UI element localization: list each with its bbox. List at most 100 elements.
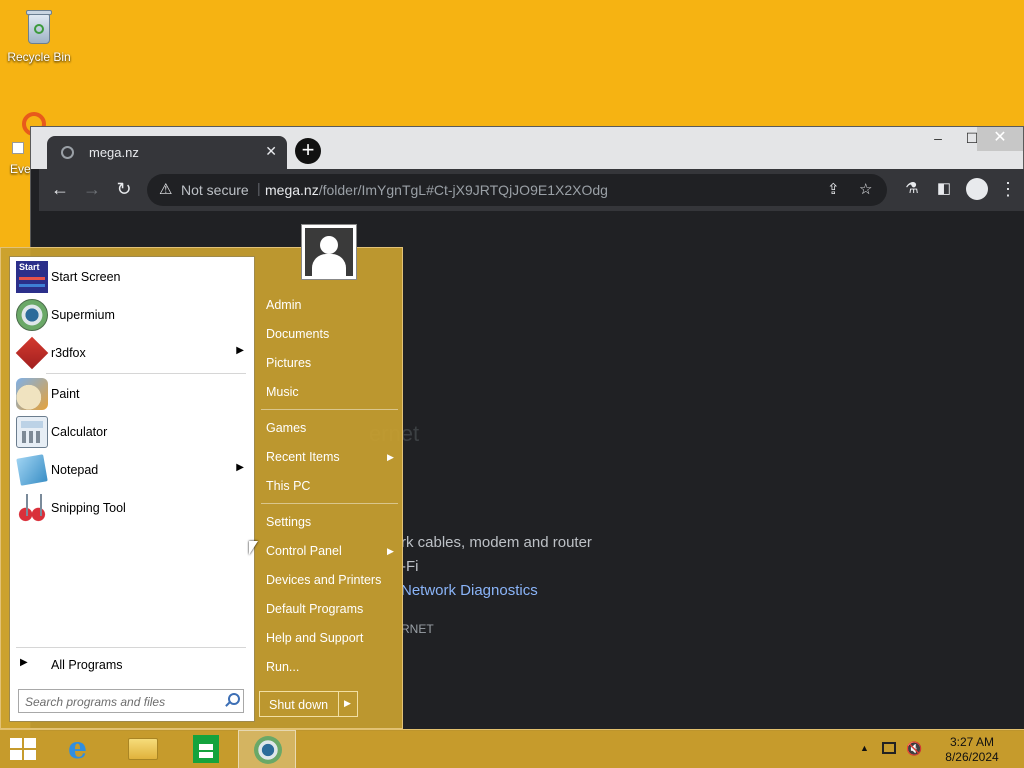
submenu-arrow-icon: ▶ [236, 345, 244, 356]
submenu-arrow-icon: ▶ [387, 546, 394, 556]
item-label: r3dfox [51, 346, 86, 360]
place-music[interactable]: Music [266, 385, 299, 399]
system-tray: ▲ 🔇 3:27 AM 8/26/2024 [854, 730, 1024, 768]
notepad-icon [16, 454, 48, 486]
user-picture[interactable] [301, 224, 357, 280]
taskbar-internet-explorer[interactable]: e [52, 730, 110, 768]
all-programs-button[interactable]: ▶ All Programs [10, 651, 254, 677]
share-icon[interactable]: ⇪ [827, 180, 840, 198]
start-item-calculator[interactable]: Calculator [10, 414, 254, 450]
tab-strip: mega.nz ✕ + [39, 127, 1019, 169]
clock-date: 8/26/2024 [945, 750, 999, 764]
taskbar: e ▲ 🔇 3:27 AM 8/26/2024 [0, 729, 1024, 768]
shutdown-button[interactable]: Shut down ▶ [259, 691, 358, 717]
close-window-button[interactable]: ✕ [977, 127, 1023, 151]
place-recent-items[interactable]: Recent Items [266, 450, 340, 464]
divider [261, 409, 398, 410]
item-label: Notepad [51, 463, 99, 477]
minimize-button[interactable]: – [921, 127, 955, 151]
network-diagnostics-link[interactable]: Network Diagnostics [401, 582, 538, 599]
place-documents[interactable]: Documents [266, 327, 329, 341]
place-settings[interactable]: Settings [266, 515, 311, 529]
volume-muted-icon[interactable]: 🔇 [906, 741, 922, 757]
suggestion-text: rk cables, modem and router [401, 534, 592, 551]
forward-button[interactable]: → [79, 178, 105, 202]
url-host: mega.nz [265, 182, 319, 198]
windows-logo-icon [10, 738, 38, 762]
address-bar[interactable]: ⚠ Not secure | mega.nz/folder/ImYgnTgL#C… [147, 174, 887, 206]
submenu-arrow-icon: ▶ [387, 452, 394, 462]
internet-explorer-icon: e [68, 731, 88, 766]
close-tab-icon[interactable]: ✕ [265, 143, 277, 160]
warning-icon: ⚠ [159, 181, 173, 198]
back-button[interactable]: ← [47, 178, 73, 202]
start-button[interactable] [0, 730, 48, 768]
place-control-panel[interactable]: Control Panel [266, 544, 342, 558]
reload-button[interactable]: ↻ [111, 178, 137, 202]
start-item-supermium[interactable]: Supermium [10, 297, 254, 333]
taskbar-store[interactable] [176, 730, 234, 768]
place-default-programs[interactable]: Default Programs [266, 602, 363, 616]
profile-avatar[interactable] [966, 178, 988, 200]
taskbar-file-explorer[interactable] [114, 730, 172, 768]
item-label: Supermium [51, 308, 115, 322]
calculator-icon [16, 416, 48, 448]
place-admin[interactable]: Admin [266, 298, 301, 312]
clock[interactable]: 3:27 AM 8/26/2024 [932, 735, 1012, 765]
start-menu: Start Start Screen Supermium r3dfox ▶ Pa… [0, 224, 403, 729]
item-label: Calculator [51, 425, 108, 439]
start-screen-icon: Start [16, 261, 48, 293]
divider: | [257, 180, 261, 196]
star-icon[interactable]: ☆ [859, 180, 872, 198]
divider [261, 503, 398, 504]
place-help-and-support[interactable]: Help and Support [266, 631, 363, 645]
place-devices-and-printers[interactable]: Devices and Printers [266, 573, 381, 587]
desktop-icon-label: Recycle Bin [7, 50, 71, 64]
shutdown-label: Shut down [269, 698, 329, 712]
taskbar-supermium[interactable] [238, 730, 296, 768]
place-run[interactable]: Run... [266, 660, 299, 674]
search-icon[interactable] [224, 692, 240, 706]
supermium-icon [16, 299, 48, 331]
place-this-pc[interactable]: This PC [266, 479, 310, 493]
search-placeholder: Search programs and files [25, 695, 166, 709]
recycle-bin-icon [24, 6, 54, 46]
divider [338, 692, 339, 716]
expand-arrow-icon: ▶ [20, 657, 28, 668]
start-item-snipping-tool[interactable]: Snipping Tool [10, 490, 254, 526]
suggestion-text: -Fi [401, 558, 419, 575]
item-label: Snipping Tool [51, 501, 126, 515]
side-panel-icon[interactable]: ◧ [931, 178, 957, 202]
new-tab-button[interactable]: + [295, 138, 321, 164]
start-search-input[interactable]: Search programs and files [18, 689, 244, 713]
divider [16, 647, 246, 648]
snipping-tool-icon [16, 492, 48, 524]
place-games[interactable]: Games [266, 421, 306, 435]
start-item-r3dfox[interactable]: r3dfox ▶ [10, 335, 254, 371]
start-item-paint[interactable]: Paint [10, 376, 254, 412]
security-label[interactable]: Not secure [181, 182, 249, 198]
url-path: /folder/ImYgnTgL#Ct-jX9JRTQjJO9E1X2XOdg [318, 182, 608, 198]
file-explorer-icon [128, 738, 158, 760]
all-programs-label: All Programs [51, 658, 123, 672]
divider [46, 373, 246, 374]
clock-time: 3:27 AM [949, 735, 995, 749]
browser-tab[interactable]: mega.nz ✕ [47, 136, 287, 169]
error-code: RNET [401, 622, 434, 636]
start-menu-programs: Start Start Screen Supermium r3dfox ▶ Pa… [9, 256, 255, 722]
start-item-start-screen[interactable]: Start Start Screen [10, 259, 254, 295]
store-icon [193, 735, 219, 763]
show-hidden-icons-icon[interactable]: ▲ [860, 743, 869, 753]
desktop-icon-label: Eve [10, 162, 31, 176]
submenu-arrow-icon: ▶ [236, 462, 244, 473]
lab-icon[interactable]: ⚗ [899, 178, 925, 202]
desktop-icon-recycle-bin[interactable]: Recycle Bin [4, 6, 74, 64]
shutdown-options-arrow-icon[interactable]: ▶ [344, 698, 351, 709]
menu-icon[interactable]: ⋮ [995, 178, 1021, 202]
place-pictures[interactable]: Pictures [266, 356, 311, 370]
start-item-notepad[interactable]: Notepad ▶ [10, 452, 254, 488]
tab-title: mega.nz [89, 145, 139, 160]
url-text[interactable]: mega.nz/folder/ImYgnTgL#Ct-jX9JRTQjJO9E1… [265, 182, 608, 198]
network-icon[interactable] [882, 742, 896, 754]
paint-icon [16, 378, 48, 410]
